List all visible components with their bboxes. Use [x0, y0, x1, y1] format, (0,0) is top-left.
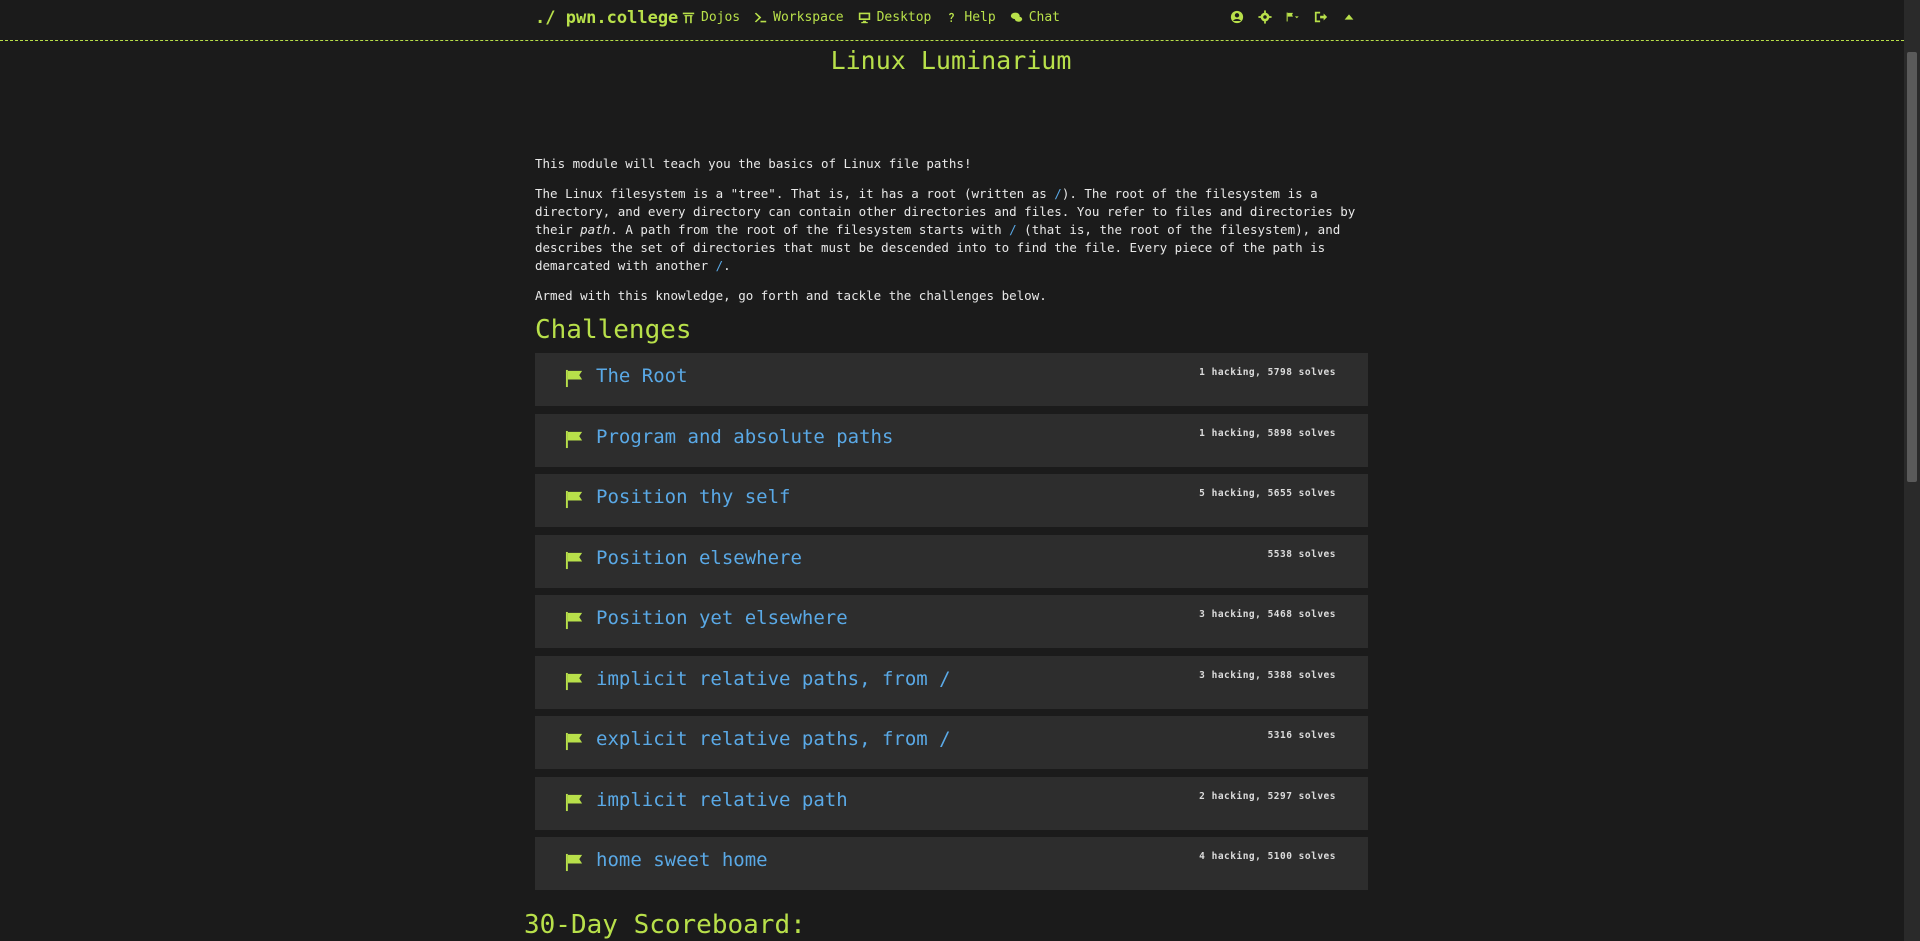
nav-workspace-label: Workspace	[773, 10, 844, 25]
flag-icon	[565, 793, 584, 812]
nav-dojos-label: Dojos	[701, 10, 741, 25]
challenge-stats: 5 hacking, 5655 solves	[1199, 488, 1336, 499]
challenge-item[interactable]: implicit relative path 2 hacking, 5297 s…	[535, 776, 1368, 830]
challenge-name[interactable]: explicit relative paths, from /	[596, 728, 951, 750]
challenge-name[interactable]: implicit relative path	[596, 789, 848, 811]
path-emphasis: path	[580, 222, 611, 237]
chat-icon	[1010, 12, 1022, 22]
challenge-item[interactable]: explicit relative paths, from / 5316 sol…	[535, 716, 1368, 769]
nav-right-icons	[1230, 10, 1356, 24]
challenge-item[interactable]: The Root 1 hacking, 5798 solves	[535, 353, 1368, 406]
nav-dojos[interactable]: Dojos	[682, 10, 740, 25]
logout-icon[interactable]	[1314, 10, 1328, 24]
challenge-item[interactable]: Position thy self 5 hacking, 5655 solves	[535, 474, 1368, 527]
challenge-item[interactable]: Position yet elsewhere 3 hacking, 5468 s…	[535, 595, 1368, 648]
brand-link[interactable]: ./ pwn.college	[535, 8, 678, 28]
challenge-list: The Root 1 hacking, 5798 solves Program …	[535, 353, 1368, 898]
flag-icon	[565, 490, 584, 509]
challenge-item[interactable]: Program and absolute paths 1 hacking, 58…	[535, 413, 1368, 467]
nav-workspace[interactable]: Workspace	[754, 10, 844, 25]
challenge-stats: 4 hacking, 5100 solves	[1199, 851, 1336, 862]
nav-help[interactable]: Help	[945, 10, 996, 25]
terminal-icon	[754, 12, 767, 23]
nav-desktop[interactable]: Desktop	[858, 10, 932, 25]
challenge-name[interactable]: Position thy self	[596, 486, 790, 508]
flag-icon	[565, 369, 584, 388]
filesystem-paragraph: The Linux filesystem is a "tree". That i…	[535, 186, 1356, 273]
scoreboard-heading: 30-Day Scoreboard:	[524, 910, 806, 940]
nav-help-label: Help	[964, 10, 996, 25]
challenge-item[interactable]: Position elsewhere 5538 solves	[535, 534, 1368, 588]
module-description: This module will teach you the basics of…	[535, 155, 1367, 317]
challenge-item[interactable]: home sweet home 4 hacking, 5100 solves	[535, 837, 1368, 890]
challenges-heading: Challenges	[535, 315, 692, 345]
challenge-stats: 3 hacking, 5468 solves	[1199, 609, 1336, 620]
challenge-name[interactable]: home sweet home	[596, 849, 768, 871]
challenge-item[interactable]: implicit relative paths, from / 3 hackin…	[535, 655, 1368, 709]
flag-icon	[565, 611, 584, 630]
challenge-name[interactable]: Position yet elsewhere	[596, 607, 848, 629]
nav-desktop-label: Desktop	[876, 10, 932, 25]
closing-paragraph: Armed with this knowledge, go forth and …	[535, 288, 1047, 303]
dojo-icon	[682, 12, 695, 24]
flag-icon	[565, 430, 584, 449]
nav-links: Dojos Workspace Desktop Help Chat	[682, 10, 1060, 25]
challenge-name[interactable]: The Root	[596, 365, 688, 387]
question-icon	[949, 12, 955, 22]
flag-icon	[565, 853, 584, 872]
user-icon[interactable]	[1230, 10, 1244, 24]
challenge-stats: 5316 solves	[1267, 730, 1336, 741]
challenge-name[interactable]: Program and absolute paths	[596, 426, 893, 448]
challenge-stats: 3 hacking, 5388 solves	[1199, 669, 1336, 681]
challenge-stats: 1 hacking, 5898 solves	[1199, 427, 1336, 439]
slash-code: /	[1009, 222, 1017, 237]
root-code: /	[1054, 186, 1062, 201]
challenge-name[interactable]: implicit relative paths, from /	[596, 668, 951, 690]
challenge-stats: 2 hacking, 5297 solves	[1199, 790, 1336, 802]
flag-dropdown-icon[interactable]	[1286, 10, 1300, 24]
intro-paragraph: This module will teach you the basics of…	[535, 156, 972, 171]
chevron-up-icon[interactable]	[1342, 10, 1356, 24]
flag-icon	[565, 551, 584, 570]
top-navbar: ./ pwn.college Dojos Workspace Desktop H…	[0, 0, 1904, 41]
settings-icon[interactable]	[1258, 10, 1272, 24]
nav-chat-label: Chat	[1028, 10, 1061, 25]
page-title: Linux Luminarium	[830, 46, 1072, 75]
challenge-stats: 5538 solves	[1267, 548, 1336, 560]
flag-icon	[565, 672, 584, 691]
challenge-name[interactable]: Position elsewhere	[596, 547, 802, 569]
scrollbar[interactable]	[1904, 0, 1920, 941]
desktop-icon	[858, 12, 870, 24]
flag-icon	[565, 732, 584, 751]
scrollbar-thumb[interactable]	[1907, 52, 1917, 482]
nav-chat[interactable]: Chat	[1010, 10, 1060, 25]
challenge-stats: 1 hacking, 5798 solves	[1199, 367, 1336, 378]
